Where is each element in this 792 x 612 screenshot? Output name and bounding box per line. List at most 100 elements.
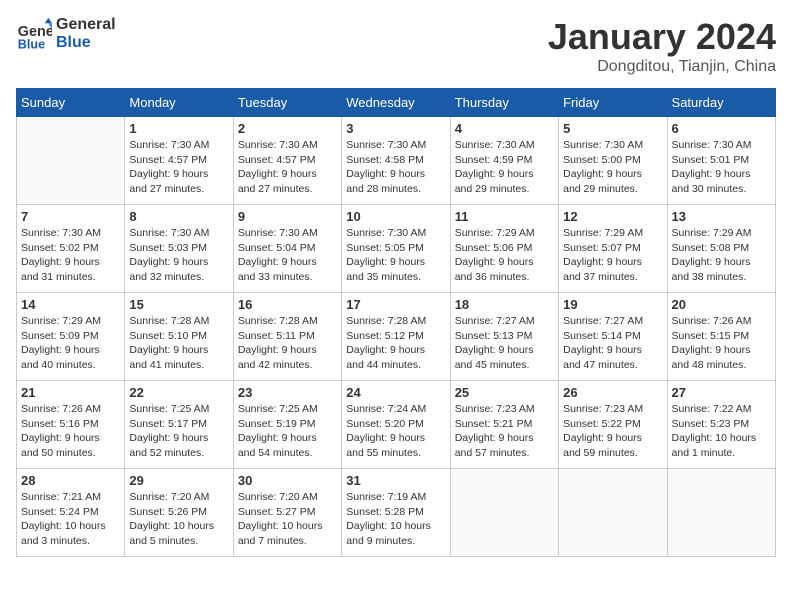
calendar-header-row: SundayMondayTuesdayWednesdayThursdayFrid… xyxy=(17,89,776,117)
cell-content: Sunrise: 7:19 AM Sunset: 5:28 PM Dayligh… xyxy=(346,490,445,549)
cell-content: Sunrise: 7:20 AM Sunset: 5:27 PM Dayligh… xyxy=(238,490,337,549)
day-number: 30 xyxy=(238,473,337,488)
header-sunday: Sunday xyxy=(17,89,125,117)
header-monday: Monday xyxy=(125,89,233,117)
calendar-cell: 29Sunrise: 7:20 AM Sunset: 5:26 PM Dayli… xyxy=(125,469,233,557)
cell-content: Sunrise: 7:30 AM Sunset: 5:03 PM Dayligh… xyxy=(129,226,228,285)
calendar-cell: 22Sunrise: 7:25 AM Sunset: 5:17 PM Dayli… xyxy=(125,381,233,469)
day-number: 17 xyxy=(346,297,445,312)
calendar-cell: 23Sunrise: 7:25 AM Sunset: 5:19 PM Dayli… xyxy=(233,381,341,469)
logo-icon: General Blue xyxy=(16,16,52,52)
day-number: 6 xyxy=(672,121,771,136)
day-number: 3 xyxy=(346,121,445,136)
cell-content: Sunrise: 7:27 AM Sunset: 5:13 PM Dayligh… xyxy=(455,314,554,373)
calendar-week-4: 21 Sunrise: 7:26 AM Sunset: 5:16 PM Dayli… xyxy=(17,381,776,469)
cell-content: Sunrise: 7:30 AM Sunset: 4:58 PM Dayligh… xyxy=(346,138,445,197)
cell-content: Sunrise: 7:26 AM Sunset: 5:15 PM Dayligh… xyxy=(672,314,771,373)
cell-content: Sunrise: 7:30 AM Sunset: 5:02 PM Dayligh… xyxy=(21,226,120,285)
calendar-cell: 7 Sunrise: 7:30 AM Sunset: 5:02 PM Daylig… xyxy=(17,205,125,293)
day-number: 21 xyxy=(21,385,120,400)
calendar-cell: 13Sunrise: 7:29 AM Sunset: 5:08 PM Dayli… xyxy=(667,205,775,293)
calendar-cell: 6 Sunrise: 7:30 AM Sunset: 5:01 PM Daylig… xyxy=(667,117,775,205)
logo-blue: Blue xyxy=(56,34,116,52)
day-number: 31 xyxy=(346,473,445,488)
calendar-cell: 10Sunrise: 7:30 AM Sunset: 5:05 PM Dayli… xyxy=(342,205,450,293)
calendar-cell: 3 Sunrise: 7:30 AM Sunset: 4:58 PM Daylig… xyxy=(342,117,450,205)
calendar-cell: 16 Sunrise: 7:28 AM Sunset: 5:11 PM Dayli… xyxy=(233,293,341,381)
day-number: 16 xyxy=(238,297,337,312)
location: Dongditou, Tianjin, China xyxy=(548,58,776,76)
cell-content: Sunrise: 7:30 AM Sunset: 4:59 PM Dayligh… xyxy=(455,138,554,197)
calendar-cell: 5 Sunrise: 7:30 AM Sunset: 5:00 PM Daylig… xyxy=(559,117,667,205)
day-number: 11 xyxy=(455,209,554,224)
day-number: 24 xyxy=(346,385,445,400)
cell-content: Sunrise: 7:29 AM Sunset: 5:07 PM Dayligh… xyxy=(563,226,662,285)
day-number: 9 xyxy=(238,209,337,224)
cell-content: Sunrise: 7:20 AM Sunset: 5:26 PM Dayligh… xyxy=(129,490,228,549)
calendar-week-5: 28Sunrise: 7:21 AM Sunset: 5:24 PM Dayli… xyxy=(17,469,776,557)
day-number: 2 xyxy=(238,121,337,136)
header-wednesday: Wednesday xyxy=(342,89,450,117)
calendar-cell: 31 Sunrise: 7:19 AM Sunset: 5:28 PM Dayli… xyxy=(342,469,450,557)
day-number: 8 xyxy=(129,209,228,224)
calendar-table: SundayMondayTuesdayWednesdayThursdayFrid… xyxy=(16,88,776,557)
calendar-cell: 9Sunrise: 7:30 AM Sunset: 5:04 PM Daylig… xyxy=(233,205,341,293)
calendar-cell xyxy=(17,117,125,205)
cell-content: Sunrise: 7:24 AM Sunset: 5:20 PM Dayligh… xyxy=(346,402,445,461)
cell-content: Sunrise: 7:25 AM Sunset: 5:19 PM Dayligh… xyxy=(238,402,337,461)
svg-text:Blue: Blue xyxy=(18,37,45,51)
day-number: 12 xyxy=(563,209,662,224)
calendar-cell: 21 Sunrise: 7:26 AM Sunset: 5:16 PM Dayli… xyxy=(17,381,125,469)
calendar-cell: 25Sunrise: 7:23 AM Sunset: 5:21 PM Dayli… xyxy=(450,381,558,469)
cell-content: Sunrise: 7:21 AM Sunset: 5:24 PM Dayligh… xyxy=(21,490,120,549)
calendar-cell: 20Sunrise: 7:26 AM Sunset: 5:15 PM Dayli… xyxy=(667,293,775,381)
day-number: 25 xyxy=(455,385,554,400)
calendar-cell: 19 Sunrise: 7:27 AM Sunset: 5:14 PM Dayli… xyxy=(559,293,667,381)
day-number: 18 xyxy=(455,297,554,312)
logo-general: General xyxy=(56,16,116,34)
cell-content: Sunrise: 7:30 AM Sunset: 4:57 PM Dayligh… xyxy=(129,138,228,197)
month-title: January 2024 xyxy=(548,16,776,58)
calendar-cell: 2 Sunrise: 7:30 AM Sunset: 4:57 PM Daylig… xyxy=(233,117,341,205)
day-number: 13 xyxy=(672,209,771,224)
day-number: 14 xyxy=(21,297,120,312)
title-section: January 2024 Dongditou, Tianjin, China xyxy=(548,16,776,76)
calendar-cell: 4 Sunrise: 7:30 AM Sunset: 4:59 PM Daylig… xyxy=(450,117,558,205)
calendar-cell: 24 Sunrise: 7:24 AM Sunset: 5:20 PM Dayli… xyxy=(342,381,450,469)
day-number: 1 xyxy=(129,121,228,136)
calendar-cell: 12 Sunrise: 7:29 AM Sunset: 5:07 PM Dayli… xyxy=(559,205,667,293)
day-number: 5 xyxy=(563,121,662,136)
cell-content: Sunrise: 7:27 AM Sunset: 5:14 PM Dayligh… xyxy=(563,314,662,373)
calendar-week-3: 14 Sunrise: 7:29 AM Sunset: 5:09 PM Dayli… xyxy=(17,293,776,381)
calendar-cell: 11 Sunrise: 7:29 AM Sunset: 5:06 PM Dayli… xyxy=(450,205,558,293)
calendar-cell xyxy=(450,469,558,557)
cell-content: Sunrise: 7:28 AM Sunset: 5:10 PM Dayligh… xyxy=(129,314,228,373)
day-number: 27 xyxy=(672,385,771,400)
calendar-cell: 8 Sunrise: 7:30 AM Sunset: 5:03 PM Daylig… xyxy=(125,205,233,293)
header-friday: Friday xyxy=(559,89,667,117)
cell-content: Sunrise: 7:30 AM Sunset: 5:00 PM Dayligh… xyxy=(563,138,662,197)
cell-content: Sunrise: 7:29 AM Sunset: 5:09 PM Dayligh… xyxy=(21,314,120,373)
cell-content: Sunrise: 7:28 AM Sunset: 5:11 PM Dayligh… xyxy=(238,314,337,373)
day-number: 4 xyxy=(455,121,554,136)
cell-content: Sunrise: 7:29 AM Sunset: 5:06 PM Dayligh… xyxy=(455,226,554,285)
day-number: 26 xyxy=(563,385,662,400)
cell-content: Sunrise: 7:25 AM Sunset: 5:17 PM Dayligh… xyxy=(129,402,228,461)
day-number: 19 xyxy=(563,297,662,312)
day-number: 15 xyxy=(129,297,228,312)
header-tuesday: Tuesday xyxy=(233,89,341,117)
cell-content: Sunrise: 7:22 AM Sunset: 5:23 PM Dayligh… xyxy=(672,402,771,461)
calendar-cell: 26Sunrise: 7:23 AM Sunset: 5:22 PM Dayli… xyxy=(559,381,667,469)
calendar-cell: 17 Sunrise: 7:28 AM Sunset: 5:12 PM Dayli… xyxy=(342,293,450,381)
cell-content: Sunrise: 7:26 AM Sunset: 5:16 PM Dayligh… xyxy=(21,402,120,461)
logo: General Blue General Blue xyxy=(16,16,116,52)
cell-content: Sunrise: 7:30 AM Sunset: 5:01 PM Dayligh… xyxy=(672,138,771,197)
calendar-cell: 27 Sunrise: 7:22 AM Sunset: 5:23 PM Dayli… xyxy=(667,381,775,469)
day-number: 7 xyxy=(21,209,120,224)
cell-content: Sunrise: 7:28 AM Sunset: 5:12 PM Dayligh… xyxy=(346,314,445,373)
calendar-cell: 14 Sunrise: 7:29 AM Sunset: 5:09 PM Dayli… xyxy=(17,293,125,381)
cell-content: Sunrise: 7:30 AM Sunset: 5:05 PM Dayligh… xyxy=(346,226,445,285)
calendar-cell: 1 Sunrise: 7:30 AM Sunset: 4:57 PM Daylig… xyxy=(125,117,233,205)
cell-content: Sunrise: 7:30 AM Sunset: 4:57 PM Dayligh… xyxy=(238,138,337,197)
calendar-week-1: 1 Sunrise: 7:30 AM Sunset: 4:57 PM Daylig… xyxy=(17,117,776,205)
